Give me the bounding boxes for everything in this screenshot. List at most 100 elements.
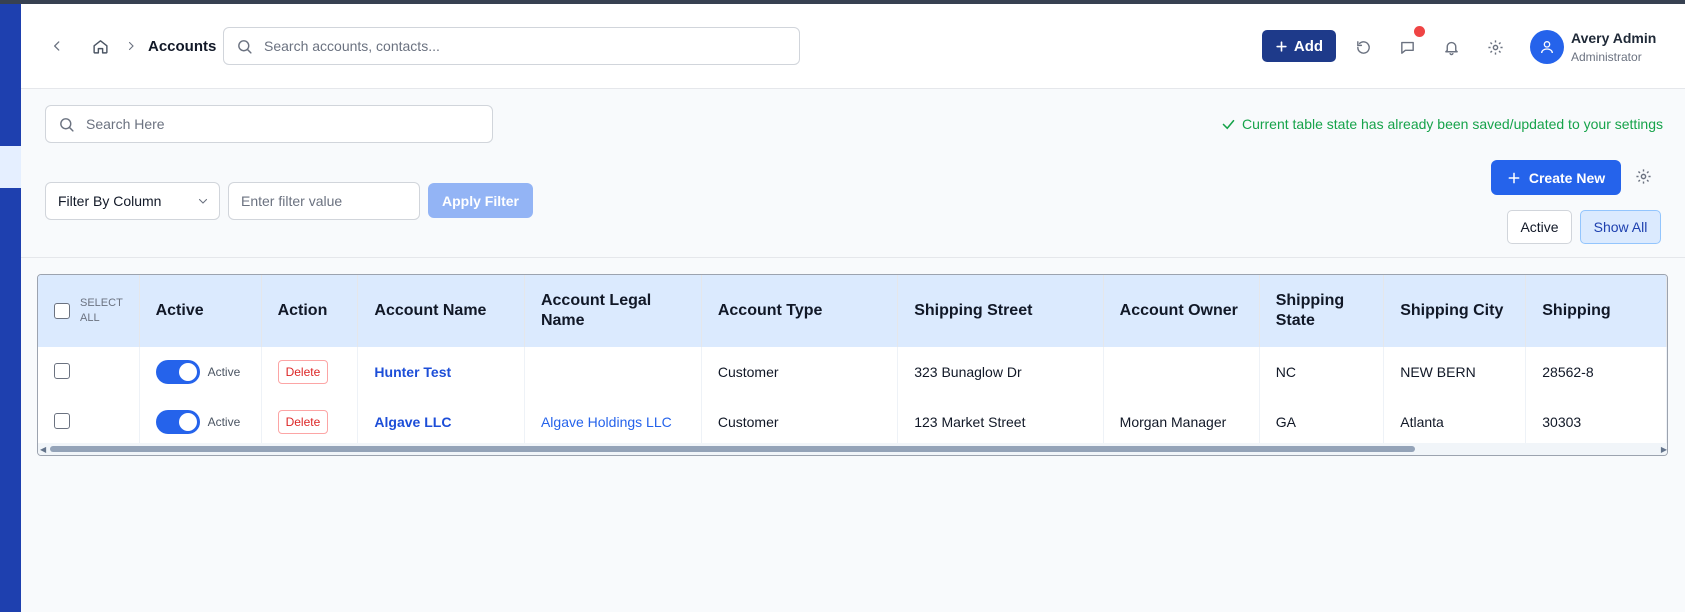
shipping-state-cell: NC [1259, 347, 1385, 397]
shipping-zip-cell: 30303 [1525, 397, 1667, 447]
left-rail [0, 4, 21, 612]
global-search[interactable] [223, 27, 800, 65]
gear-icon [1636, 169, 1651, 184]
column-header-account-type[interactable]: Account Type [701, 275, 899, 347]
active-toggle[interactable] [155, 360, 200, 384]
add-button[interactable]: Add [1262, 30, 1336, 62]
user-role: Administrator [1571, 50, 1642, 64]
column-header-action[interactable]: Action [261, 275, 359, 347]
shipping-state-cell: GA [1259, 397, 1385, 447]
select-all-header: SELECT ALL [38, 275, 140, 347]
breadcrumb-separator [123, 37, 139, 55]
home-icon [92, 39, 108, 54]
settings-button[interactable] [1484, 36, 1506, 58]
app-main: Accounts Add Avery Admin Administrator [21, 4, 1685, 612]
table-settings-button[interactable] [1635, 168, 1652, 190]
filter-column-value: Filter By Column [58, 193, 162, 209]
filter-value-input[interactable] [229, 183, 419, 219]
column-header-shipping-state[interactable]: Shipping State [1259, 275, 1385, 347]
account-type-cell: Customer [701, 347, 899, 397]
active-cell: Active [139, 397, 262, 447]
legal-name-cell: Algave Holdings LLC [524, 397, 702, 447]
shipping-city-cell: NEW BERN [1383, 347, 1527, 397]
table-search[interactable] [45, 105, 493, 143]
home-button[interactable] [90, 36, 110, 56]
user-name: Avery Admin [1571, 30, 1657, 46]
account-name-cell: Hunter Test [357, 347, 525, 397]
column-header-shipping-street[interactable]: Shipping Street [897, 275, 1104, 347]
left-rail-active-item[interactable] [0, 146, 21, 188]
active-toggle-label: Active [207, 365, 241, 379]
search-icon [238, 40, 252, 54]
avatar[interactable] [1530, 30, 1564, 64]
active-cell: Active [139, 347, 262, 397]
section-divider [21, 257, 1685, 258]
refresh-icon [1356, 40, 1370, 54]
breadcrumb-current: Accounts [148, 38, 217, 55]
back-button[interactable] [47, 36, 67, 56]
row-select-cell [38, 347, 140, 397]
saved-state-text: Current table state has already been sav… [1241, 116, 1663, 132]
table-row: Active Delete Algave LLC Algave Holdings… [38, 397, 1667, 447]
chevron-right-icon [128, 41, 134, 51]
create-new-label: Create New [1528, 169, 1606, 186]
account-name-cell: Algave LLC [357, 397, 525, 447]
column-header-shipping-city[interactable]: Shipping City [1383, 275, 1527, 347]
global-search-input[interactable] [264, 36, 784, 56]
filter-column-select[interactable]: Filter By Column [45, 182, 220, 220]
chat-icon [1400, 41, 1414, 54]
chevron-down-icon [198, 198, 208, 204]
scrollbar-thumb[interactable] [50, 446, 1415, 452]
shipping-street-cell: 123 Market Street [897, 397, 1104, 447]
active-toggle[interactable] [155, 410, 200, 434]
notifications-button[interactable] [1440, 36, 1462, 58]
saved-state-message: Current table state has already been sav… [1221, 116, 1663, 132]
shipping-street-cell: 323 Bunaglow Dr [897, 347, 1104, 397]
accounts-grid: SELECT ALL Active Action Account Name Ac… [38, 275, 1667, 447]
row-checkbox[interactable] [54, 412, 70, 429]
legal-name-cell [524, 347, 702, 397]
action-cell: Delete [261, 347, 359, 397]
scroll-left-arrow[interactable]: ◀ [40, 445, 46, 454]
select-all-label: SELECT ALL [80, 297, 123, 324]
refresh-button[interactable] [1352, 36, 1374, 58]
delete-button[interactable]: Delete [277, 410, 329, 434]
table-search-input[interactable] [86, 114, 476, 134]
column-header-shipping-zip[interactable]: Shipping [1525, 275, 1667, 347]
select-all-checkbox[interactable] [54, 303, 70, 319]
table-row: Active Delete Hunter Test Customer 323 B… [38, 347, 1667, 397]
account-type-cell: Customer [701, 397, 899, 447]
row-checkbox[interactable] [54, 362, 70, 379]
column-header-active[interactable]: Active [139, 275, 262, 347]
add-button-label: Add [1293, 37, 1324, 55]
legal-name-link[interactable]: Algave Holdings LLC [541, 414, 672, 430]
shipping-city-cell: Atlanta [1383, 397, 1527, 447]
account-name-link[interactable]: Hunter Test [374, 364, 451, 380]
table-horizontal-scrollbar[interactable]: ◀ ▶ [38, 443, 1667, 455]
plus-icon [1508, 172, 1520, 183]
active-toggle-label: Active [207, 415, 241, 429]
create-new-button[interactable]: Create New [1491, 160, 1621, 195]
search-icon [60, 118, 74, 132]
scroll-right-arrow[interactable]: ▶ [1661, 445, 1667, 454]
column-header-account-legal-name[interactable]: Account Legal Name [524, 275, 702, 347]
filter-value-field[interactable] [228, 182, 420, 220]
table-header-row: SELECT ALL Active Action Account Name Ac… [38, 275, 1667, 347]
check-icon [1222, 119, 1235, 129]
column-header-account-owner[interactable]: Account Owner [1103, 275, 1260, 347]
top-header: Accounts Add Avery Admin Administrator [21, 4, 1685, 89]
accounts-table: SELECT ALL Active Action Account Name Ac… [37, 274, 1668, 456]
back-chevron-icon [54, 41, 60, 51]
user-icon [1541, 41, 1553, 54]
messages-unread-dot [1414, 26, 1425, 37]
delete-button[interactable]: Delete [277, 360, 329, 384]
column-header-account-name[interactable]: Account Name [357, 275, 525, 347]
apply-filter-button[interactable]: Apply Filter [428, 183, 533, 218]
account-owner-cell: Morgan Manager [1103, 397, 1260, 447]
account-name-link[interactable]: Algave LLC [374, 414, 451, 430]
filter-active-button[interactable]: Active [1507, 210, 1572, 244]
filter-show-all-button[interactable]: Show All [1580, 210, 1661, 244]
bell-icon [1444, 41, 1458, 55]
messages-button[interactable] [1396, 36, 1418, 58]
gear-icon [1487, 39, 1503, 55]
